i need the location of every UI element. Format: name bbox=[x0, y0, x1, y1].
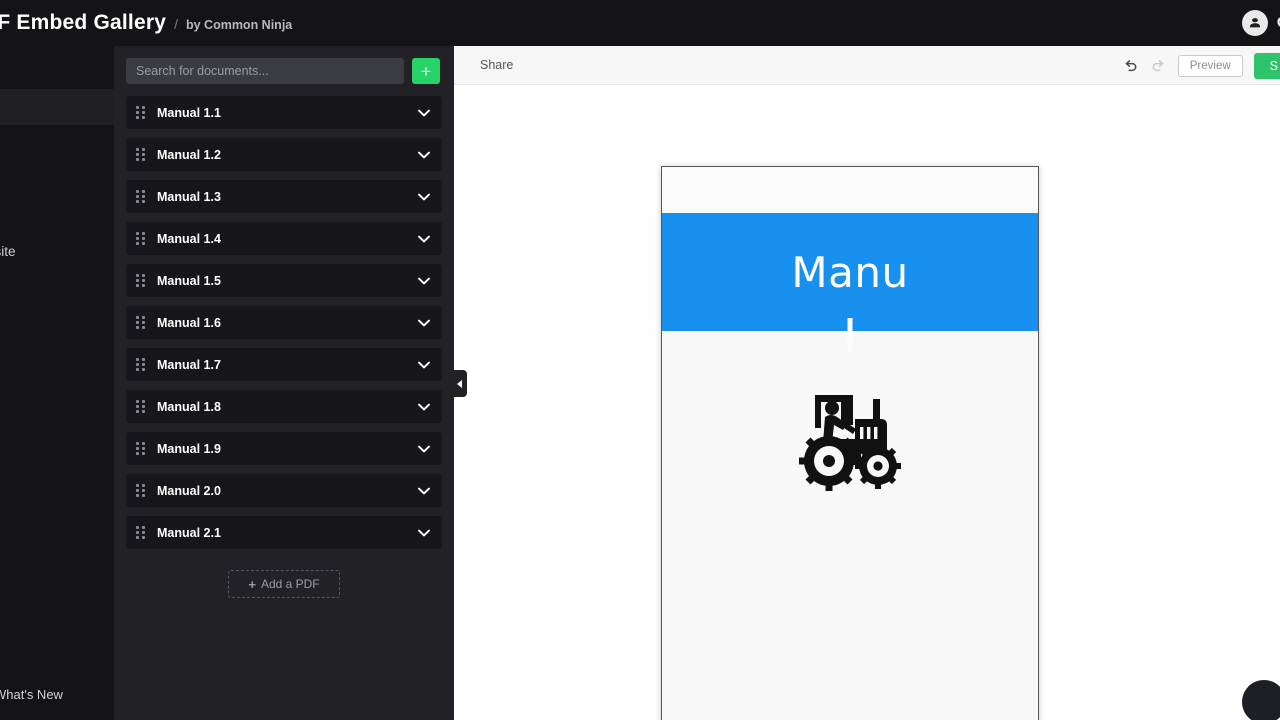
whats-new-link[interactable]: What's New bbox=[0, 683, 63, 705]
list-item[interactable]: Manual 1.8 bbox=[126, 390, 442, 423]
sidebar-item-look-and-feel[interactable]: & Feel bbox=[0, 125, 114, 161]
nav-top-spacer bbox=[0, 46, 114, 47]
list-item[interactable]: Manual 1.6 bbox=[126, 306, 442, 339]
brand-separator: / bbox=[174, 16, 178, 32]
list-item-label: Manual 1.9 bbox=[157, 441, 221, 456]
preview-button[interactable]: Preview bbox=[1177, 54, 1243, 77]
sidebar-item-player-type[interactable]: er Type bbox=[0, 53, 114, 89]
pdf-header-strip bbox=[662, 167, 1038, 213]
brand-byline: by Common Ninja bbox=[185, 18, 293, 32]
chevron-down-icon[interactable] bbox=[418, 361, 430, 369]
drag-handle-icon[interactable] bbox=[136, 315, 146, 330]
list-item[interactable]: Manual 1.5 bbox=[126, 264, 442, 297]
list-item-label: Manual 1.1 bbox=[157, 105, 221, 120]
brand: DF Embed Gallery / by Common Ninja bbox=[0, 11, 292, 35]
drag-handle-icon[interactable] bbox=[136, 105, 146, 120]
add-pdf-button[interactable]: + Add a PDF bbox=[228, 570, 340, 598]
list-item-label: Manual 1.7 bbox=[157, 357, 221, 372]
text-caret bbox=[847, 318, 853, 360]
toolbar-actions: Preview S bbox=[1122, 46, 1280, 85]
tractor-icon bbox=[789, 377, 911, 499]
save-button[interactable]: S bbox=[1253, 52, 1280, 79]
add-document-button[interactable]: + bbox=[412, 58, 440, 84]
list-item[interactable]: Manual 1.3 bbox=[126, 180, 442, 213]
drag-handle-icon[interactable] bbox=[136, 399, 146, 414]
sidebar-nav: er Type ent & Feel ngs ytics to Website … bbox=[0, 46, 114, 720]
sidebar-item-analytics[interactable]: ytics bbox=[0, 197, 114, 233]
drag-handle-icon[interactable] bbox=[136, 147, 146, 162]
chevron-down-icon[interactable] bbox=[418, 319, 430, 327]
whats-new-label: What's New bbox=[0, 686, 63, 702]
editor-area: Share Preview S Manu bbox=[454, 46, 1280, 720]
editor-toolbar: Share Preview S bbox=[454, 46, 1280, 85]
drag-handle-icon[interactable] bbox=[136, 231, 146, 246]
drag-handle-icon[interactable] bbox=[136, 441, 146, 456]
drag-handle-icon[interactable] bbox=[136, 273, 146, 288]
list-item-label: Manual 2.0 bbox=[157, 483, 221, 498]
sidebar-item-content[interactable]: ent bbox=[0, 89, 114, 125]
top-header-bar: DF Embed Gallery / by Common Ninja Comm bbox=[0, 0, 1280, 46]
redo-icon[interactable] bbox=[1150, 57, 1167, 74]
list-item-label: Manual 1.5 bbox=[157, 273, 221, 288]
pdf-body bbox=[662, 331, 1038, 720]
documents-search-row: + bbox=[114, 46, 454, 84]
chevron-down-icon[interactable] bbox=[418, 277, 430, 285]
panel-collapse-toggle[interactable] bbox=[452, 370, 467, 397]
list-item[interactable]: Manual 1.2 bbox=[126, 138, 442, 171]
app-root: DF Embed Gallery / by Common Ninja Comm … bbox=[0, 0, 1280, 720]
chevron-down-icon[interactable] bbox=[418, 193, 430, 201]
user-avatar-icon bbox=[1241, 10, 1268, 36]
list-item[interactable]: Manual 2.1 bbox=[126, 516, 442, 549]
account-menu[interactable]: Comm bbox=[1241, 0, 1280, 46]
pdf-title-text: Manu bbox=[791, 247, 909, 297]
list-item-label: Manual 2.1 bbox=[157, 525, 221, 540]
undo-icon[interactable] bbox=[1122, 57, 1139, 74]
list-item-label: Manual 1.8 bbox=[157, 399, 221, 414]
sidebar-item-add-to-website[interactable]: to Website bbox=[0, 233, 114, 269]
chevron-down-icon[interactable] bbox=[418, 151, 430, 159]
search-input[interactable] bbox=[126, 58, 404, 84]
chevron-down-icon[interactable] bbox=[418, 529, 430, 537]
list-item-label: Manual 1.4 bbox=[157, 231, 221, 246]
list-item[interactable]: Manual 1.1 bbox=[126, 96, 442, 129]
chevron-down-icon[interactable] bbox=[418, 403, 430, 411]
list-item-label: Manual 1.3 bbox=[157, 189, 221, 204]
share-button[interactable]: Share bbox=[480, 58, 513, 72]
pdf-canvas-area: Manu bbox=[454, 85, 1280, 720]
sidebar-item-label: to Website bbox=[0, 243, 16, 259]
list-item-label: Manual 1.6 bbox=[157, 315, 221, 330]
chevron-down-icon[interactable] bbox=[418, 445, 430, 453]
sidebar-item-settings[interactable]: ngs bbox=[0, 161, 114, 197]
list-item[interactable]: Manual 1.4 bbox=[126, 222, 442, 255]
pdf-page-preview[interactable]: Manu bbox=[661, 166, 1039, 720]
add-pdf-label: Add a PDF bbox=[260, 577, 320, 591]
documents-panel: + Manual 1.1 Manual 1.2 Manual 1.3 bbox=[114, 46, 454, 720]
pdf-title-band: Manu bbox=[662, 213, 1038, 360]
chevron-left-icon bbox=[457, 379, 462, 388]
list-item[interactable]: Manual 1.7 bbox=[126, 348, 442, 381]
chevron-down-icon[interactable] bbox=[418, 109, 430, 117]
drag-handle-icon[interactable] bbox=[136, 189, 146, 204]
chevron-down-icon[interactable] bbox=[418, 235, 430, 243]
list-item[interactable]: Manual 1.9 bbox=[126, 432, 442, 465]
list-item[interactable]: Manual 2.0 bbox=[126, 474, 442, 507]
list-item-label: Manual 1.2 bbox=[157, 147, 221, 162]
drag-handle-icon[interactable] bbox=[136, 357, 146, 372]
drag-handle-icon[interactable] bbox=[136, 483, 146, 498]
chat-bubble-icon[interactable] bbox=[1242, 680, 1280, 720]
documents-list: Manual 1.1 Manual 1.2 Manual 1.3 Manual … bbox=[114, 96, 454, 549]
drag-handle-icon[interactable] bbox=[136, 525, 146, 540]
chevron-down-icon[interactable] bbox=[418, 487, 430, 495]
plus-icon: + bbox=[248, 576, 256, 592]
page-title: DF Embed Gallery bbox=[0, 11, 167, 34]
